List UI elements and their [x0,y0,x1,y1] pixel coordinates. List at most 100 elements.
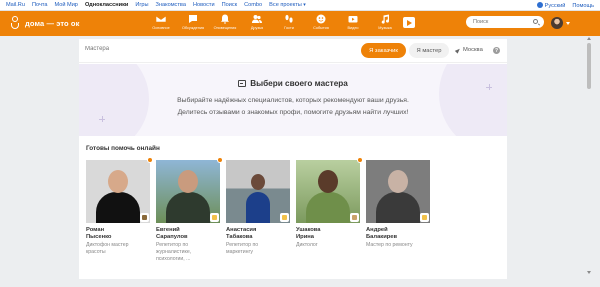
location-arrow-icon [454,46,462,54]
master-card[interactable]: Роман Пысенко Диктофон мастер красоты [86,157,153,256]
link-all-projects[interactable]: Все проекты [269,2,306,8]
mail-icon [156,14,167,24]
nav-item-video[interactable]: Видео [337,14,369,30]
language-label: Русский [544,3,566,9]
nav-label: Друзья [250,26,264,30]
nav-item-events[interactable]: События [305,14,337,30]
master-profession: Диктолог [296,242,318,248]
logo-slogan: дома — это ок [25,18,80,28]
master-photo[interactable] [296,160,360,223]
globe-icon [536,2,543,8]
scroll-thumb[interactable] [587,43,591,89]
service-badge-icon [140,213,149,222]
play-button[interactable] [403,17,415,28]
promo-banner: Выбери своего мастера Выбирайте надёжных… [79,64,507,136]
nav-label: Основное [152,26,170,30]
bell-icon [220,14,231,24]
city-selector[interactable]: Москва [454,46,483,54]
search-icon[interactable] [533,19,538,24]
link-games[interactable]: Игры [135,2,148,8]
master-name: Ушакова Ирина [296,227,321,240]
service-badge-icon [350,213,359,222]
master-card[interactable]: Евгений Сарапулов Репетитор по журналистик… [156,157,223,263]
user-avatar[interactable] [551,17,563,29]
master-card[interactable]: Андрей Балакирев Мастер по ремонту [366,160,430,249]
master-photo[interactable] [226,160,290,223]
nav-label: События [313,26,329,30]
city-label: Москва [463,47,483,53]
language-selector[interactable]: Русский [536,2,566,9]
chevron-down-icon[interactable] [566,22,570,25]
promo-line-1: Выбирайте надёжных специалистов, которых… [177,97,409,104]
site-logo[interactable]: дома — это ок [10,16,79,30]
link-combo[interactable]: Combo [244,2,262,8]
nav-label: Музыка [378,26,392,30]
briefcase-icon [238,80,247,87]
online-indicator [217,157,223,163]
master-profession: Репетитор по маркетингу [226,242,259,255]
promo-description: Выбирайте надёжных специалистов, которых… [79,95,507,119]
link-mailru[interactable]: Mail.Ru [6,2,25,8]
promo-title-text: Выбери своего мастера [250,79,348,88]
nav-label: Видео [347,26,359,30]
friends-icon [252,14,263,24]
page-scrollbar[interactable] [586,37,593,283]
site-header: дома — это ок Основное Обсуждения Оповещ… [0,11,600,36]
portal-topbar: Mail.Ru Почта Мой Мир Одноклассники Игры… [0,0,600,11]
master-button[interactable]: Я мастер [409,43,449,58]
promo-line-2: Делитесь отзывами о знакомых профи, помо… [177,109,409,116]
masters-filter-bar: Я заказчик Я мастер Москва ? [79,39,507,63]
customer-button[interactable]: Я заказчик [361,43,406,58]
master-photo[interactable] [366,160,430,223]
master-profession: Диктофон мастер красоты [86,242,129,255]
ok-logo-icon [10,16,20,30]
masters-panel: Я заказчик Я мастер Москва ? Выбери свое… [79,39,507,279]
link-my-world[interactable]: Мой Мир [55,2,78,8]
master-card[interactable]: Ушакова Ирина Диктолог [296,157,363,249]
main-nav: Основное Обсуждения Оповещения Друзья Го… [145,14,401,30]
scroll-up-icon[interactable] [587,37,591,40]
link-news[interactable]: Новости [193,2,215,8]
service-badge-icon [280,213,289,222]
master-search-input[interactable] [85,46,285,52]
nav-item-main[interactable]: Основное [145,14,177,30]
events-icon [316,14,327,24]
master-name: Роман Пысенко [86,227,112,240]
nav-item-discussions[interactable]: Обсуждения [177,14,209,30]
link-mail[interactable]: Почта [32,2,48,8]
nav-item-guests[interactable]: Гости [273,14,305,30]
nav-label: Гости [284,26,294,30]
master-card[interactable]: Анастасия Табакова Репетитор по маркетингу [226,160,290,256]
nav-label: Оповещения [213,26,237,30]
online-indicator [357,157,363,163]
nav-item-music[interactable]: Музыка [369,14,401,30]
portal-right: Русский Помощь [536,2,594,9]
master-name: Евгений Сарапулов [156,227,188,240]
help-link[interactable]: Помощь [572,3,594,9]
master-profession: Репетитор по журналистике, психологии, ... [156,242,192,262]
online-section-title: Готовы помочь онлайн [86,145,160,152]
master-name: Андрей Балакирев [366,227,398,240]
promo-title: Выбери своего мастера [79,79,507,88]
help-icon[interactable]: ? [493,47,500,54]
master-profession: Мастер по ремонту [366,242,413,248]
link-odnoklassniki[interactable]: Одноклассники [85,2,128,8]
master-name: Анастасия Табакова [226,227,257,240]
service-badge-icon [420,213,429,222]
footprints-icon [284,14,295,24]
chat-icon [188,14,199,24]
portal-links: Mail.Ru Почта Мой Мир Одноклассники Игры… [6,2,306,8]
play-icon [407,19,412,26]
music-icon [380,14,391,24]
link-search[interactable]: Поиск [222,2,238,8]
master-photo[interactable] [86,160,150,223]
video-icon [348,14,359,24]
online-indicator [147,157,153,163]
nav-item-friends[interactable]: Друзья [241,14,273,30]
link-dating[interactable]: Знакомства [156,2,186,8]
nav-item-notifications[interactable]: Оповещения [209,14,241,30]
master-photo[interactable] [156,160,220,223]
nav-label: Обсуждения [181,26,205,30]
service-badge-icon [210,213,219,222]
scroll-down-icon[interactable] [587,271,591,274]
